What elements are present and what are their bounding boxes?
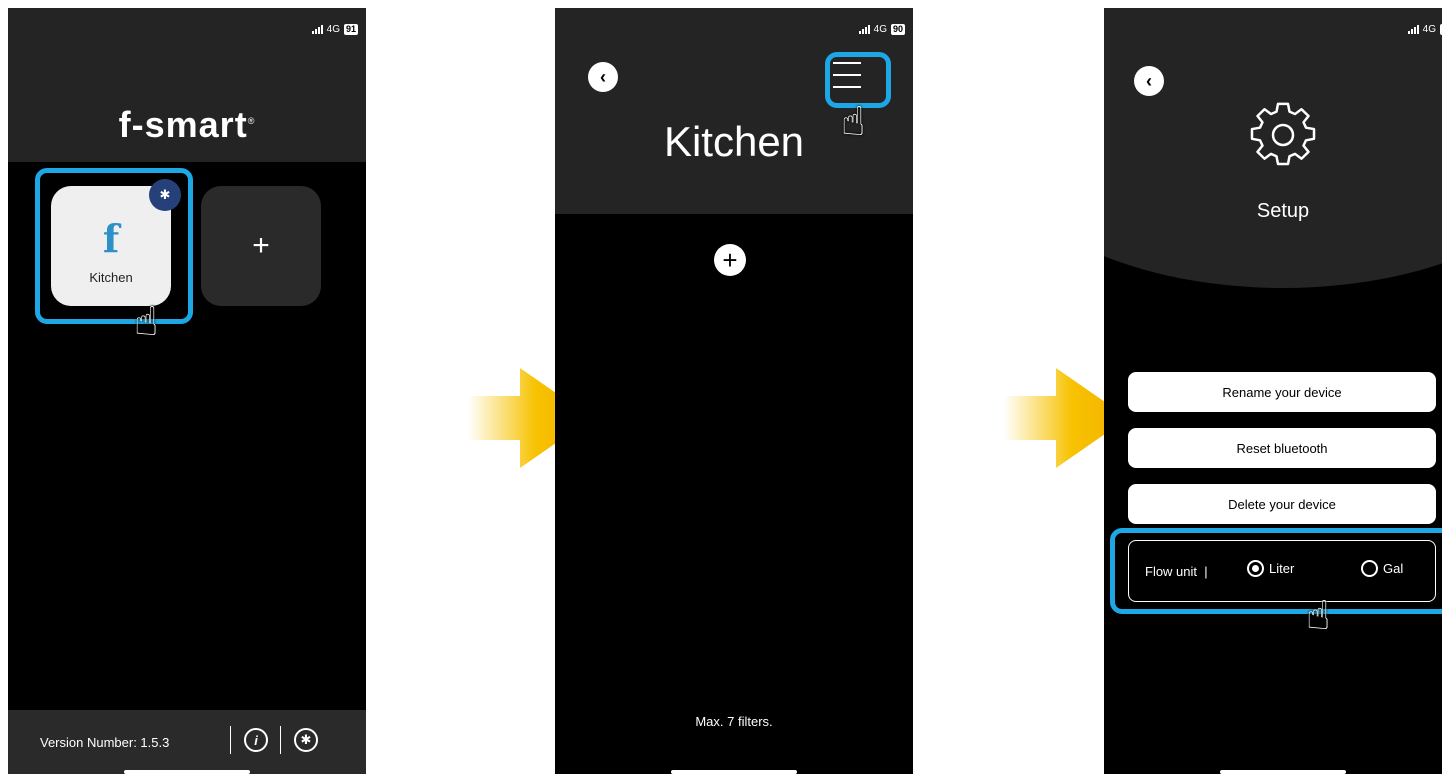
highlight-box: [35, 168, 193, 324]
hand-pointer-icon: ☝: [1306, 594, 1331, 638]
version-number: Version Number: 1.5.3: [40, 735, 170, 750]
hand-pointer-icon: ☝: [134, 300, 159, 344]
rename-device-button[interactable]: Rename your device: [1128, 372, 1436, 412]
status-bar: 4G 90: [1407, 24, 1442, 35]
reset-bluetooth-button[interactable]: Reset bluetooth: [1128, 428, 1436, 468]
highlight-box: [1110, 528, 1442, 614]
signal-icon: [311, 25, 323, 34]
signal-icon: [1407, 25, 1419, 34]
home-footer: Version Number: 1.5.3 i ✱: [8, 710, 366, 774]
battery-level: 90: [890, 24, 905, 35]
battery-level: 91: [343, 24, 358, 35]
back-button[interactable]: ‹: [588, 62, 618, 92]
phone-screen-setup: 4G 90 ‹ Setup Rename your device Reset b…: [1104, 8, 1442, 774]
status-bar: 4G 91: [311, 24, 358, 35]
phone-screen-home: 4G 91 f-smart® f Kitchen ✱ + ☝ Version N…: [8, 8, 366, 774]
network-label: 4G: [326, 24, 340, 35]
info-icon[interactable]: i: [244, 728, 268, 752]
add-filter-button[interactable]: +: [714, 244, 746, 276]
app-logo: f-smart®: [118, 104, 256, 145]
status-bar: 4G 90: [858, 24, 905, 35]
signal-icon: [858, 25, 870, 34]
phone-screen-device: 4G 90 ‹ ☝ Kitchen + Max. 7 filters.: [555, 8, 913, 774]
footer-divider: [230, 726, 231, 754]
bluetooth-refresh-icon[interactable]: ✱: [294, 728, 318, 752]
max-filters-note: Max. 7 filters.: [695, 714, 773, 729]
network-label: 4G: [1422, 24, 1436, 35]
network-label: 4G: [873, 24, 887, 35]
footer-divider: [280, 726, 281, 754]
gear-icon: [1250, 102, 1316, 166]
setup-label: Setup: [1256, 200, 1310, 222]
back-button[interactable]: ‹: [1134, 66, 1164, 96]
delete-device-button[interactable]: Delete your device: [1128, 484, 1436, 524]
home-indicator: [124, 770, 250, 774]
page-title: Kitchen: [663, 118, 805, 165]
home-indicator: [1220, 770, 1346, 774]
add-device-tile[interactable]: +: [201, 186, 321, 306]
home-indicator: [671, 770, 797, 774]
